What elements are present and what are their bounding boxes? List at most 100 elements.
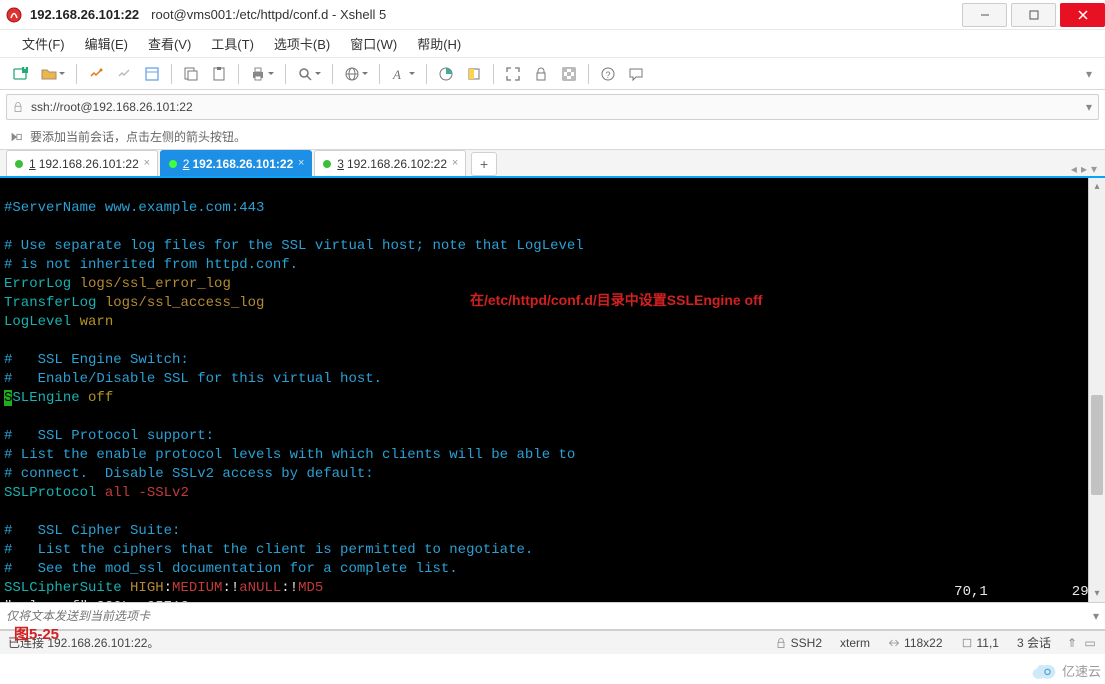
color-scheme-icon[interactable] (433, 61, 459, 87)
term-line: # Use separate log files for the SSL vir… (4, 238, 584, 254)
term-val: off (88, 390, 113, 406)
tab-number: 2 (183, 157, 190, 171)
copy-icon[interactable] (178, 61, 204, 87)
term-line: # SSL Cipher Suite: (4, 523, 180, 539)
status-up-icon[interactable]: ⇑ (1065, 636, 1079, 650)
term-val: all -SSLv2 (105, 485, 189, 501)
term-key: LogLevel (4, 314, 71, 330)
session-tab-3[interactable]: 3 192.168.26.102:22 × (314, 150, 466, 176)
term-val: MEDIUM (172, 580, 222, 596)
svg-text:?: ? (606, 70, 611, 80)
hint-strip: 要添加当前会话，点击左侧的箭头按钮。 (0, 124, 1105, 150)
close-button[interactable] (1060, 3, 1105, 27)
term-line: # is not inherited from httpd.conf. (4, 257, 298, 273)
term-key: SSLCipherSuite (4, 580, 122, 596)
term-val: warn (80, 314, 114, 330)
session-tab-2[interactable]: 2 192.168.26.101:22 × (160, 150, 312, 176)
toolbar-separator (493, 64, 494, 84)
toolbar-separator (285, 64, 286, 84)
status-down-icon[interactable]: ▭ (1083, 636, 1097, 650)
compose-dropdown-icon[interactable]: ▾ (1093, 609, 1099, 623)
toolbar-separator (76, 64, 77, 84)
scroll-down-icon[interactable]: ▾ (1089, 585, 1105, 602)
status-dot-icon (15, 160, 23, 168)
menu-file[interactable]: 文件(F) (12, 30, 75, 57)
tab-label: 192.168.26.101:22 (192, 157, 293, 171)
status-bar: 已连接 192.168.26.101:22。 SSH2 xterm 118x22… (0, 630, 1105, 654)
terminal[interactable]: #ServerName www.example.com:443 # Use se… (0, 178, 1105, 602)
tab-number: 1 (29, 157, 36, 171)
toolbar-separator (332, 64, 333, 84)
feedback-icon[interactable] (623, 61, 649, 87)
term-val: HIGH (130, 580, 164, 596)
address-dropdown-icon[interactable]: ▾ (1080, 100, 1098, 114)
open-session-icon[interactable] (36, 61, 70, 87)
toolbar: A ? ▾ (0, 58, 1105, 90)
help-icon[interactable]: ? (595, 61, 621, 87)
term-key: TransferLog (4, 295, 96, 311)
tab-close-icon[interactable]: × (295, 157, 307, 169)
tab-close-icon[interactable]: × (141, 157, 153, 169)
scroll-thumb[interactable] (1091, 395, 1103, 495)
font-icon[interactable]: A (386, 61, 420, 87)
term-line: # List the ciphers that the client is pe… (4, 542, 533, 558)
scroll-track[interactable] (1089, 195, 1105, 585)
address-bar: ▾ (6, 94, 1099, 120)
term-line: # Enable/Disable SSL for this virtual ho… (4, 371, 382, 387)
title-host: 192.168.26.101:22 (30, 7, 139, 22)
new-session-icon[interactable] (8, 61, 34, 87)
app-icon (6, 7, 22, 23)
encoding-icon[interactable] (339, 61, 373, 87)
menu-tabs[interactable]: 选项卡(B) (264, 30, 340, 57)
find-icon[interactable] (292, 61, 326, 87)
terminal-container: #ServerName www.example.com:443 # Use se… (0, 178, 1105, 602)
disconnect-icon[interactable] (111, 61, 137, 87)
overlay-annotation: 在/etc/httpd/conf.d/目录中设置SSLEngine off (470, 291, 762, 310)
reconnect-icon[interactable] (83, 61, 109, 87)
highlight-icon[interactable] (461, 61, 487, 87)
session-tab-1[interactable]: 1 192.168.26.101:22 × (6, 150, 158, 176)
lock-icon[interactable] (528, 61, 554, 87)
watermark-text: 亿速云 (1062, 661, 1101, 680)
add-tab-button[interactable]: + (471, 152, 497, 176)
tab-number: 3 (337, 157, 344, 171)
menu-view[interactable]: 查看(V) (138, 30, 201, 57)
paste-icon[interactable] (206, 61, 232, 87)
svg-text:A: A (392, 67, 401, 82)
compose-bar: ▾ (0, 602, 1105, 630)
tab-close-icon[interactable]: × (449, 157, 461, 169)
status-session-count: 3 会话 (1017, 634, 1051, 651)
minimize-button[interactable] (962, 3, 1007, 27)
print-icon[interactable] (245, 61, 279, 87)
tab-label: 192.168.26.102:22 (347, 157, 447, 171)
transparency-icon[interactable] (556, 61, 582, 87)
status-dot-icon (169, 160, 177, 168)
status-protocol: SSH2 (775, 636, 822, 650)
fullscreen-icon[interactable] (500, 61, 526, 87)
menu-tools[interactable]: 工具(T) (201, 30, 264, 57)
terminal-scrollbar[interactable]: ▴ ▾ (1088, 178, 1105, 602)
compose-input[interactable] (6, 609, 1093, 623)
menu-window[interactable]: 窗口(W) (340, 30, 407, 57)
tab-nav-left-icon[interactable]: ◂ (1071, 162, 1077, 176)
menu-help[interactable]: 帮助(H) (407, 30, 471, 57)
vim-status-right: 70,1 29% (954, 583, 1097, 602)
properties-icon[interactable] (139, 61, 165, 87)
term-val: logs/ssl_error_log (80, 276, 231, 292)
add-session-arrow-icon[interactable] (8, 129, 24, 145)
maximize-button[interactable] (1011, 3, 1056, 27)
term-key: ErrorLog (4, 276, 71, 292)
term-fileinfo: "ssl.conf" 220L, 9571C (4, 599, 189, 602)
term-val: aNULL (239, 580, 281, 596)
tab-nav-arrows: ◂ ▸ ▾ (1071, 162, 1105, 176)
status-cursor-pos: 11,1 (961, 636, 999, 650)
address-lock-icon (7, 101, 29, 113)
tab-nav-right-icon[interactable]: ▸ (1081, 162, 1087, 176)
term-line: # SSL Engine Switch: (4, 352, 189, 368)
menu-edit[interactable]: 编辑(E) (75, 30, 138, 57)
scroll-up-icon[interactable]: ▴ (1089, 178, 1105, 195)
toolbar-overflow-icon[interactable]: ▾ (1081, 58, 1097, 90)
term-line: # List the enable protocol levels with w… (4, 447, 575, 463)
tab-nav-menu-icon[interactable]: ▾ (1091, 162, 1097, 176)
address-input[interactable] (29, 96, 1080, 118)
